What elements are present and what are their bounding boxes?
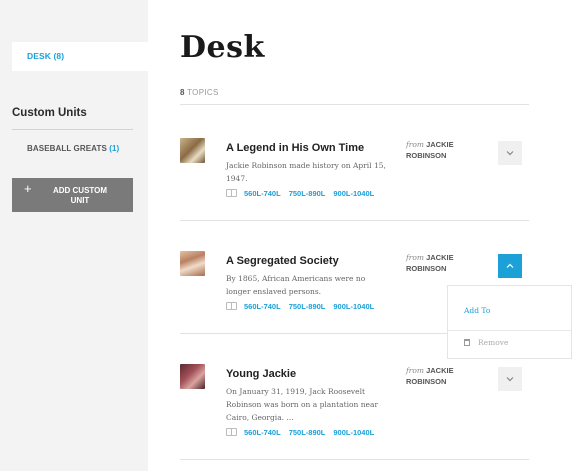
- lexile-link[interactable]: 750L-890L: [289, 428, 326, 437]
- lexile-row: 560L-740L 750L-890L 900L-1040L: [226, 189, 382, 200]
- chevron-down-icon: [506, 151, 514, 156]
- lexile-link[interactable]: 560L-740L: [244, 302, 281, 311]
- sidebar-item-desk[interactable]: DESK (8): [12, 42, 148, 71]
- expand-toggle-button[interactable]: [498, 141, 522, 165]
- book-icon: [226, 302, 237, 310]
- lexile-row: 560L-740L 750L-890L 900L-1040L: [226, 302, 382, 313]
- topic-source: from JACKIE ROBINSON: [406, 139, 476, 161]
- plus-icon: +: [24, 181, 32, 196]
- book-icon: [226, 189, 237, 197]
- topic-actions-menu: Add To Remove: [447, 285, 572, 359]
- divider: [180, 459, 529, 460]
- remove-label: Remove: [478, 338, 509, 347]
- topic-item: Young Jackie On January 31, 1919, Jack R…: [180, 364, 529, 471]
- lexile-link[interactable]: 750L-890L: [289, 302, 326, 311]
- topic-thumbnail[interactable]: [180, 251, 205, 276]
- add-to-menu-item[interactable]: Add To: [464, 306, 490, 315]
- from-label: from: [406, 366, 424, 375]
- collapse-toggle-button[interactable]: [498, 254, 522, 278]
- topic-source: from JACKIE ROBINSON: [406, 365, 476, 387]
- lexile-row: 560L-740L 750L-890L 900L-1040L: [226, 428, 382, 439]
- topic-item: A Legend in His Own Time Jackie Robinson…: [180, 138, 529, 248]
- lexile-link[interactable]: 900L-1040L: [333, 428, 374, 437]
- lexile-link[interactable]: 750L-890L: [289, 189, 326, 198]
- divider: [448, 330, 571, 331]
- topic-thumbnail[interactable]: [180, 138, 205, 163]
- divider: [180, 220, 529, 221]
- sidebar-item-baseball-greats[interactable]: BASEBALL GREATS (1): [27, 144, 119, 153]
- sidebar: DESK (8) Custom Units BASEBALL GREATS (1…: [0, 0, 148, 471]
- topic-count-number: 8: [180, 88, 185, 97]
- unit-count: (1): [109, 144, 120, 153]
- from-label: from: [406, 140, 424, 149]
- lexile-link[interactable]: 900L-1040L: [333, 302, 374, 311]
- topic-source: from JACKIE ROBINSON: [406, 252, 476, 274]
- trash-icon: [464, 339, 470, 346]
- unit-name: BASEBALL GREATS: [27, 144, 107, 153]
- lexile-link[interactable]: 560L-740L: [244, 428, 281, 437]
- topic-description: By 1865, African Americans were no longe…: [226, 274, 366, 296]
- expand-toggle-button[interactable]: [498, 367, 522, 391]
- topic-title[interactable]: A Segregated Society: [226, 255, 339, 267]
- divider: [12, 129, 133, 130]
- from-label: from: [406, 253, 424, 262]
- add-custom-unit-label: ADD CUSTOM UNIT: [52, 186, 108, 205]
- divider: [180, 104, 529, 105]
- custom-units-heading: Custom Units: [12, 107, 87, 119]
- book-icon: [226, 428, 237, 436]
- chevron-down-icon: [506, 377, 514, 382]
- page-title: Desk: [180, 30, 265, 65]
- topic-count: 8 TOPICS: [180, 88, 219, 97]
- lexile-link[interactable]: 900L-1040L: [333, 189, 374, 198]
- lexile-link[interactable]: 560L-740L: [244, 189, 281, 198]
- topic-description: Jackie Robinson made history on April 15…: [226, 161, 386, 183]
- topic-title[interactable]: A Legend in His Own Time: [226, 142, 364, 154]
- topic-title[interactable]: Young Jackie: [226, 368, 296, 380]
- add-custom-unit-button[interactable]: + ADD CUSTOM UNIT: [12, 178, 133, 212]
- topic-thumbnail[interactable]: [180, 364, 205, 389]
- chevron-up-icon: [506, 263, 514, 268]
- remove-menu-item[interactable]: Remove: [464, 338, 508, 347]
- topic-description: On January 31, 1919, Jack Roosevelt Robi…: [226, 387, 379, 422]
- topic-count-label: TOPICS: [187, 88, 219, 97]
